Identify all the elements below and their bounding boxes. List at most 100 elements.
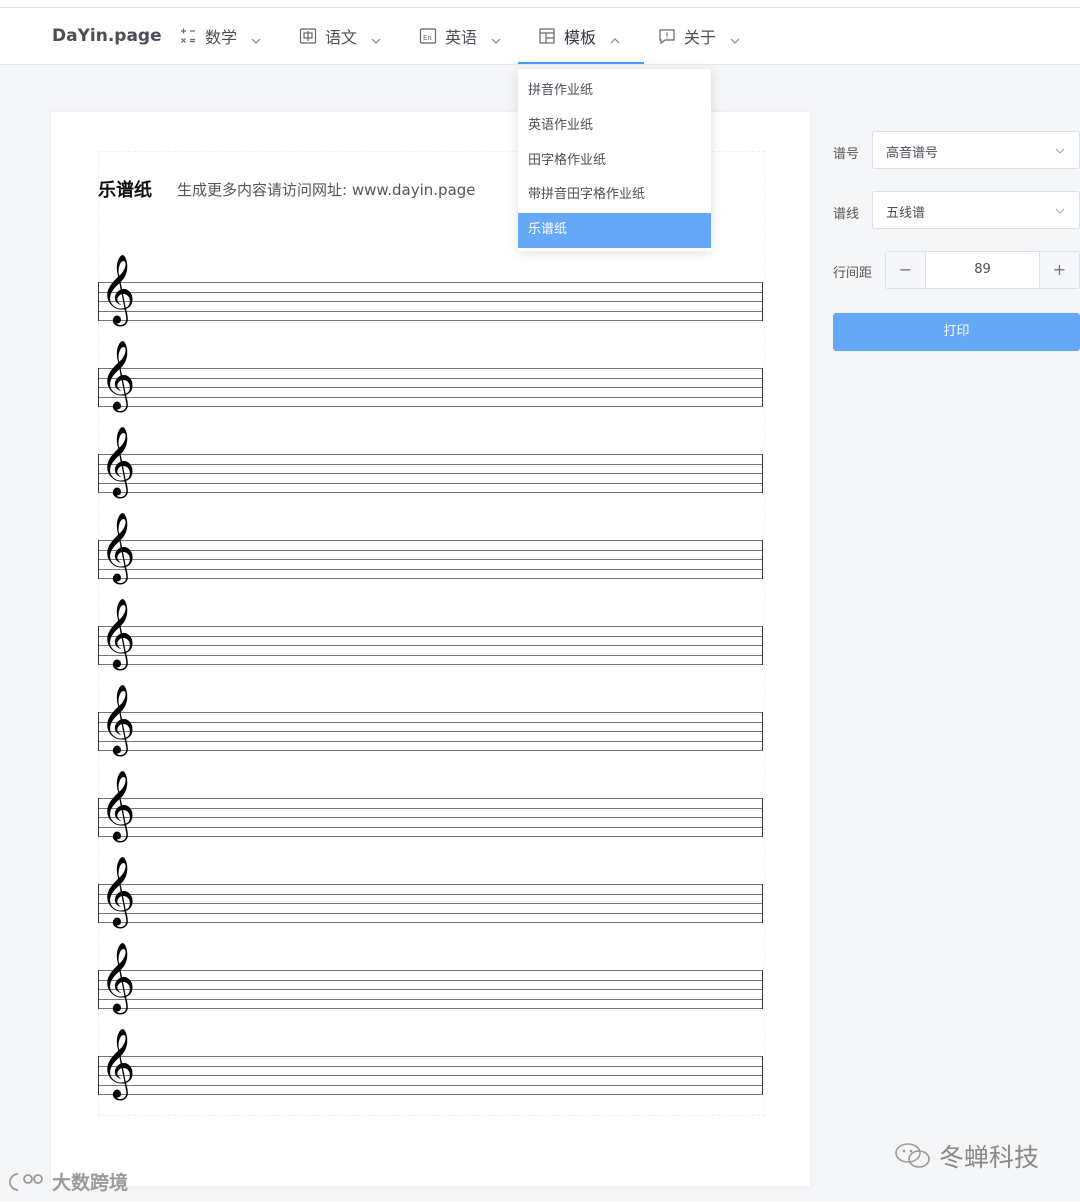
staff-line — [98, 922, 763, 923]
staff-line — [98, 884, 763, 885]
staff-line — [98, 903, 763, 904]
sheet-title: 乐谱纸 — [98, 180, 152, 201]
staff-line — [98, 578, 763, 579]
lines-select-value: 五线谱 — [886, 206, 926, 221]
staff-line — [98, 320, 763, 321]
staff-start-barline — [98, 798, 99, 837]
watermark-brand-text: 冬蝉科技 — [939, 1143, 1040, 1172]
watermark-left-text: 大数跨境 — [52, 1172, 129, 1194]
wechat-icon — [893, 1141, 933, 1171]
staff-end-barline — [762, 454, 763, 493]
staff-line — [98, 817, 763, 818]
chinese-char-icon — [299, 27, 317, 45]
staff-line — [98, 387, 763, 388]
nav-math[interactable]: 数学 — [179, 8, 261, 64]
music-staff: 𝄞 — [98, 259, 763, 340]
staff-line — [98, 998, 763, 1000]
music-staff: 𝄞 — [98, 345, 763, 426]
staff-line — [98, 635, 763, 637]
spacing-stepper: − 89 + — [885, 251, 1080, 289]
staff-line — [98, 1094, 763, 1095]
clef-select-value: 高音谱号 — [886, 146, 939, 161]
dropdown-item-music-paper[interactable]: 乐谱纸 — [518, 213, 711, 248]
staff-line — [98, 740, 763, 742]
treble-clef-icon: 𝄞 — [100, 942, 136, 1012]
lines-select[interactable]: 五线谱 — [872, 191, 1080, 229]
sheet-subtitle: 生成更多内容请访问网址: www.dayin.page — [177, 181, 476, 199]
music-staff: 𝄞 — [98, 947, 763, 1028]
increase-button[interactable]: + — [1039, 252, 1079, 288]
nav-english-label: 英语 — [445, 28, 478, 47]
top-border — [0, 0, 1080, 8]
staff-end-barline — [762, 970, 763, 1009]
staff-line — [98, 310, 763, 312]
music-staff: 𝄞 — [98, 861, 763, 942]
staff-line — [98, 291, 763, 293]
music-staff: 𝄞 — [98, 1033, 763, 1114]
staff-start-barline — [98, 540, 99, 579]
staff-line — [98, 473, 763, 474]
staff-line — [98, 893, 763, 895]
nav-template-label: 模板 — [564, 28, 597, 47]
staff-line — [98, 559, 763, 560]
music-staff: 𝄞 — [98, 517, 763, 598]
music-staff: 𝄞 — [98, 603, 763, 684]
nav-about[interactable]: 关于 — [658, 8, 740, 64]
nav-chinese[interactable]: 语文 — [299, 8, 381, 64]
staff-end-barline — [762, 712, 763, 751]
treble-clef-icon: 𝄞 — [100, 598, 136, 668]
print-button[interactable]: 打印 — [833, 313, 1080, 351]
staff-line — [98, 664, 763, 665]
staff-start-barline — [98, 970, 99, 1009]
staff-line — [98, 712, 763, 713]
staff-line — [98, 721, 763, 723]
staff-line — [98, 750, 763, 751]
staff-line — [98, 1056, 763, 1057]
template-icon — [538, 27, 556, 45]
staff-end-barline — [762, 282, 763, 321]
staff-end-barline — [762, 540, 763, 579]
spacing-input[interactable]: 89 — [926, 252, 1039, 288]
info-comment-icon — [658, 27, 676, 45]
clef-select[interactable]: 高音谱号 — [872, 131, 1080, 169]
treble-clef-icon: 𝄞 — [100, 340, 136, 410]
watermark-logo-icon — [8, 1170, 48, 1194]
music-staff: 𝄞 — [98, 431, 763, 512]
staff-start-barline — [98, 712, 99, 751]
watermark-brand: 冬蝉科技 — [893, 1138, 1039, 1174]
treble-clef-icon: 𝄞 — [100, 1028, 136, 1098]
staff-line — [98, 1065, 763, 1067]
nav-english[interactable]: En 英语 — [419, 8, 501, 64]
staff-start-barline — [98, 884, 99, 923]
math-operators-icon — [179, 27, 197, 45]
staff-line — [98, 1008, 763, 1009]
staff-start-barline — [98, 626, 99, 665]
decrease-button[interactable]: − — [886, 252, 926, 288]
dropdown-item-pinyin-tianzige-paper[interactable]: 带拼音田字格作业纸 — [518, 178, 711, 213]
brand-logo[interactable]: DaYin.page — [52, 26, 162, 46]
clef-label: 谱号 — [833, 147, 860, 162]
staff-line — [98, 396, 763, 398]
staff-line — [98, 970, 763, 971]
chevron-down-icon — [1055, 145, 1065, 155]
dropdown-item-pinyin-paper[interactable]: 拼音作业纸 — [518, 74, 711, 109]
staff-line — [98, 540, 763, 541]
nav-template[interactable]: 模板 — [517, 8, 645, 64]
dropdown-item-tianzige-paper[interactable]: 田字格作业纸 — [518, 144, 711, 179]
chevron-down-icon — [371, 31, 381, 44]
treble-clef-icon: 𝄞 — [100, 770, 136, 840]
staff-line — [98, 377, 763, 379]
staff-end-barline — [762, 884, 763, 923]
nav-math-label: 数学 — [205, 28, 238, 47]
staff-line — [98, 626, 763, 627]
chevron-down-icon — [1055, 205, 1065, 215]
staff-line — [98, 549, 763, 551]
music-staff: 𝄞 — [98, 775, 763, 856]
staff-line — [98, 989, 763, 990]
staff-end-barline — [762, 1056, 763, 1095]
template-dropdown-menu: 拼音作业纸 英语作业纸 田字格作业纸 带拼音田字格作业纸 乐谱纸 — [518, 69, 711, 251]
dropdown-item-english-paper[interactable]: 英语作业纸 — [518, 109, 711, 144]
treble-clef-icon: 𝄞 — [100, 426, 136, 496]
staff-start-barline — [98, 282, 99, 321]
staff-end-barline — [762, 626, 763, 665]
